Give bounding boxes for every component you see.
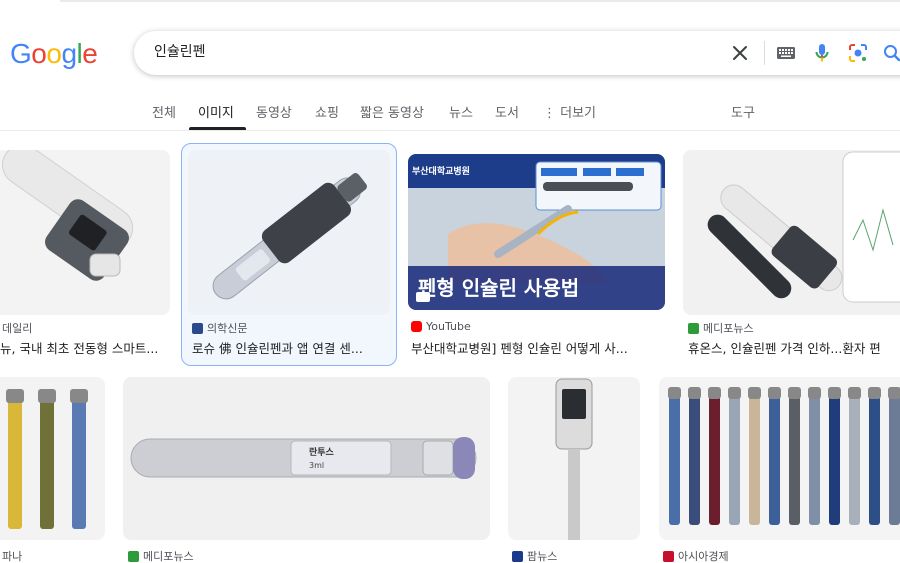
digital-pen-cap-image bbox=[555, 378, 593, 540]
pen-shape bbox=[769, 395, 780, 525]
pen-shape bbox=[789, 395, 800, 525]
result-source[interactable]: 메디포뉴스 bbox=[688, 320, 754, 336]
pen-shape bbox=[669, 395, 680, 525]
pen-shape bbox=[749, 395, 760, 525]
tab-images[interactable]: 이미지 bbox=[198, 102, 234, 121]
logo-letter: g bbox=[61, 38, 77, 69]
source-name: 의학신문 bbox=[207, 322, 248, 335]
keyboard-icon[interactable] bbox=[772, 39, 800, 67]
logo-letter: o bbox=[31, 38, 47, 69]
search-input[interactable] bbox=[154, 43, 654, 59]
result-caption[interactable]: 로슈 佛 인슐린펜과 앱 연결 센... bbox=[192, 338, 390, 357]
medipo-favicon-icon bbox=[688, 322, 699, 334]
play-icon bbox=[416, 292, 430, 302]
medipo-favicon-icon bbox=[128, 550, 139, 562]
pen-shape bbox=[709, 395, 720, 525]
pen-cap-shape bbox=[748, 387, 761, 399]
asia-economy-favicon-icon bbox=[663, 550, 674, 562]
pen-cap-shape bbox=[728, 387, 741, 399]
result-source[interactable]: 의학신문 bbox=[192, 320, 247, 336]
lens-icon[interactable] bbox=[844, 39, 872, 67]
logo-letter: o bbox=[46, 38, 62, 69]
search-tabs: 전체 이미지 동영상 쇼핑 짧은 동영상 뉴스 도서 ⋮ 더보기 도구 bbox=[0, 96, 900, 130]
pen-cap-shape bbox=[848, 387, 861, 399]
result-thumbnail[interactable] bbox=[508, 377, 640, 540]
result-source[interactable]: 아시아경제 bbox=[663, 548, 729, 563]
pen-volume: 3ml bbox=[309, 461, 325, 470]
smart-pen-app-image bbox=[707, 151, 900, 303]
result-thumbnail[interactable]: 란투스 3ml bbox=[123, 377, 490, 540]
tab-tools[interactable]: 도구 bbox=[731, 102, 755, 121]
video-title-overlay: 펜형 인슐린 사용법 bbox=[418, 276, 580, 300]
result-source[interactable]: 데일리 bbox=[2, 320, 32, 336]
source-name: 데일리 bbox=[2, 322, 33, 335]
medical-newspaper-favicon-icon bbox=[192, 322, 203, 334]
pen-shape bbox=[889, 395, 900, 525]
pen-cap-shape bbox=[788, 387, 801, 399]
pen-cap-shape bbox=[668, 387, 681, 399]
result-caption[interactable]: 뉴, 국내 최초 전동형 스마트... bbox=[0, 338, 170, 357]
pharm-news-favicon-icon bbox=[512, 550, 523, 562]
pen-cap-shape bbox=[888, 387, 900, 399]
result-thumbnail[interactable] bbox=[659, 377, 900, 540]
pen-cap-shape bbox=[828, 387, 841, 399]
source-name: 메디포뉴스 bbox=[143, 550, 194, 563]
search-divider bbox=[764, 41, 765, 65]
microphone-icon[interactable] bbox=[808, 39, 836, 67]
result-source[interactable]: 팜뉴스 bbox=[512, 548, 557, 563]
result-source[interactable]: YouTube bbox=[411, 320, 471, 333]
source-name: 메디포뉴스 bbox=[703, 322, 754, 335]
search-icon[interactable] bbox=[878, 39, 900, 67]
tab-all[interactable]: 전체 bbox=[152, 102, 176, 121]
tab-videos[interactable]: 동영상 bbox=[256, 102, 292, 121]
result-thumbnail[interactable] bbox=[0, 150, 170, 315]
insulin-pen-image bbox=[212, 173, 367, 300]
clear-icon[interactable] bbox=[726, 39, 754, 67]
result-thumbnail[interactable] bbox=[683, 150, 900, 315]
tab-news[interactable]: 뉴스 bbox=[449, 102, 473, 121]
pen-cap-shape bbox=[688, 387, 701, 399]
source-name: YouTube bbox=[426, 320, 471, 333]
tabs-divider bbox=[0, 130, 900, 131]
result-thumbnail[interactable] bbox=[188, 150, 390, 315]
brand-label: 부산대학교병원 bbox=[412, 167, 470, 177]
logo-letter: G bbox=[10, 38, 32, 69]
result-source[interactable]: 파나 bbox=[2, 548, 22, 563]
source-name: 팜뉴스 bbox=[527, 550, 558, 563]
pen-label: 란투스 bbox=[309, 448, 334, 458]
result-thumbnail[interactable]: 부산대학교병원 펜형 인슐린 사용법 bbox=[408, 154, 665, 310]
smart-pen-image bbox=[2, 150, 134, 281]
lantus-pen-image bbox=[130, 437, 477, 479]
source-name: 아시아경제 bbox=[678, 550, 729, 563]
logo-letter: e bbox=[82, 38, 98, 69]
result-source[interactable]: 메디포뉴스 bbox=[128, 548, 194, 563]
tab-books[interactable]: 도서 bbox=[495, 102, 519, 121]
result-thumbnail[interactable] bbox=[0, 377, 105, 540]
pen-shape bbox=[869, 395, 880, 525]
pens-image bbox=[6, 389, 88, 529]
google-logo[interactable]: Google bbox=[10, 38, 98, 70]
pen-cap-shape bbox=[708, 387, 721, 399]
result-caption[interactable]: 부산대학교병원] 펜형 인슐린 어떻게 사... bbox=[411, 338, 665, 357]
pen-shape bbox=[689, 395, 700, 525]
tab-more[interactable]: ⋮ 더보기 bbox=[543, 102, 596, 121]
source-name: 파나 bbox=[2, 550, 23, 563]
various-pens-image bbox=[668, 387, 900, 525]
pen-cap-shape bbox=[868, 387, 881, 399]
pen-shape bbox=[829, 395, 840, 525]
pen-cap-shape bbox=[768, 387, 781, 399]
youtube-favicon-icon bbox=[411, 321, 422, 332]
pen-shape bbox=[729, 395, 740, 525]
result-caption[interactable]: 휴온스, 인슐린펜 가격 인하...환자 편 bbox=[688, 338, 900, 357]
pen-shape bbox=[849, 395, 860, 525]
tab-shopping[interactable]: 쇼핑 bbox=[315, 102, 339, 121]
top-divider bbox=[60, 0, 900, 2]
pen-shape bbox=[809, 395, 820, 525]
search-bar bbox=[134, 31, 900, 75]
tab-short-videos[interactable]: 짧은 동영상 bbox=[360, 102, 424, 121]
pen-cap-shape bbox=[808, 387, 821, 399]
